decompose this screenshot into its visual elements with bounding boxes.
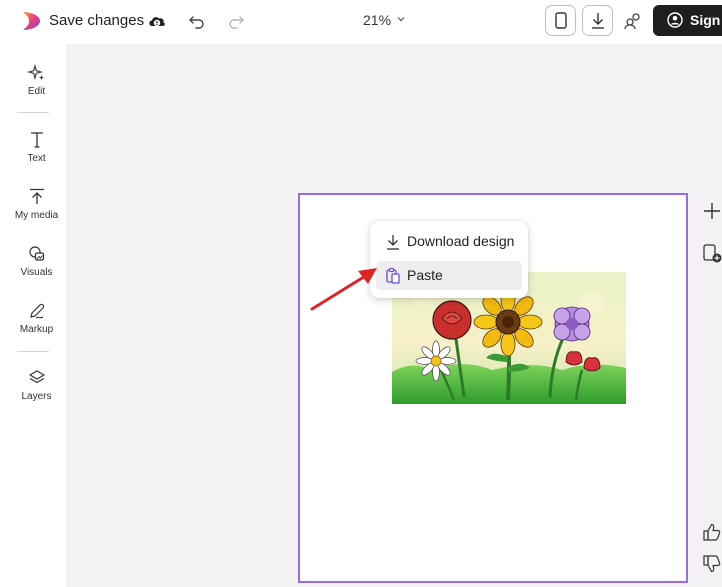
upload-icon: [29, 188, 44, 204]
pen-icon: [29, 303, 44, 319]
sign-in-button[interactable]: Sign: [653, 5, 722, 36]
sidebar-label-markup: Markup: [19, 324, 54, 335]
layers-icon: [28, 370, 45, 384]
chevron-down-icon[interactable]: [396, 14, 406, 24]
shapes-icon: [28, 246, 44, 261]
sidebar-item-visuals[interactable]: Visuals: [0, 244, 73, 278]
sidebar-label-layers: Layers: [21, 391, 52, 402]
sidebar-label-my-media: My media: [14, 210, 59, 221]
download-icon: [592, 13, 604, 29]
cloud-sync-icon[interactable]: [146, 10, 168, 32]
redo-icon[interactable]: [225, 10, 247, 32]
app-logo-icon: [23, 12, 40, 30]
sidebar-label-text: Text: [27, 153, 46, 164]
sidebar-item-layers[interactable]: Layers: [0, 368, 73, 402]
sidebar-divider: [17, 112, 49, 113]
menu-item-download-design[interactable]: Download design: [376, 227, 522, 256]
add-page-icon[interactable]: [702, 201, 722, 221]
left-sidebar: Edit Text My media Visuals Markup Layers: [0, 44, 66, 587]
pages-button[interactable]: [545, 5, 576, 36]
thumbs-up-icon[interactable]: [702, 522, 722, 542]
sign-in-label: Sign: [690, 12, 721, 28]
annotation-arrow: [310, 268, 377, 311]
sidebar-item-markup[interactable]: Markup: [0, 301, 73, 335]
thumbs-down-icon[interactable]: [702, 554, 722, 574]
sidebar-label-edit: Edit: [27, 86, 46, 97]
save-changes-label[interactable]: Save changes: [49, 12, 144, 29]
sidebar-item-edit[interactable]: Edit: [0, 63, 73, 97]
sidebar-item-text[interactable]: Text: [0, 130, 73, 164]
duplicate-page-icon[interactable]: [702, 243, 722, 263]
undo-icon[interactable]: [186, 10, 208, 32]
sidebar-divider: [17, 351, 49, 352]
context-menu: Download design Paste: [370, 221, 528, 298]
page-copy-icon: [555, 12, 567, 29]
clipboard-icon: [386, 267, 400, 284]
sidebar-item-my-media[interactable]: My media: [0, 187, 73, 221]
zoom-level[interactable]: 21%: [363, 12, 391, 28]
share-icon[interactable]: [622, 10, 644, 32]
download-icon: [387, 235, 399, 250]
sparkle-icon: [26, 63, 44, 81]
menu-label-download-design: Download design: [407, 233, 515, 249]
menu-item-paste[interactable]: Paste: [376, 261, 522, 290]
text-icon: [30, 132, 43, 148]
account-icon: [667, 12, 683, 28]
menu-label-paste: Paste: [407, 267, 443, 283]
top-bar: Save changes 21% Sign: [0, 0, 722, 44]
sidebar-label-visuals: Visuals: [20, 267, 53, 278]
download-button[interactable]: [582, 5, 613, 36]
